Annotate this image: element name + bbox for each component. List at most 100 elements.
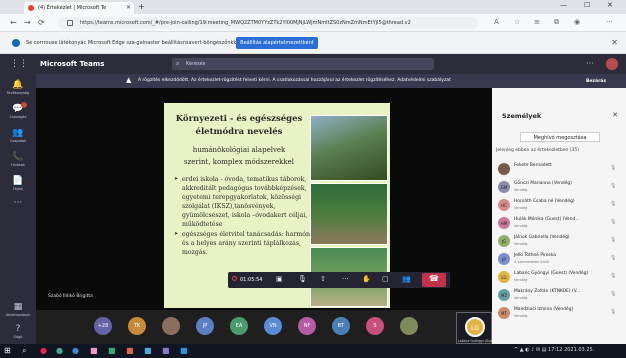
notification-badge <box>21 102 27 108</box>
participant-row[interactable]: HC Horváth Csaba né (Vendég) Vendég 🎙 <box>498 198 622 214</box>
raise-hand-icon[interactable]: ✋ <box>362 275 371 283</box>
participant-avatar[interactable]: JP <box>196 317 214 335</box>
call-timer-text: 01:05:54 <box>240 277 263 283</box>
share-screen-icon[interactable]: ⇧ <box>320 275 326 283</box>
participant-row[interactable]: GM Gönczi Marianna (Vendég) Vendég 🎙 <box>498 180 622 196</box>
user-avatar[interactable] <box>606 58 618 70</box>
close-tab-icon[interactable]: ✕ <box>126 4 131 11</box>
app-launcher-icon[interactable]: ⋮⋮ <box>10 59 28 69</box>
participant-avatar[interactable]: VN <box>264 317 282 335</box>
recording-icon <box>232 276 237 281</box>
participant-group-header[interactable]: Jelenleg ebben az értekezletben (35) <box>496 148 579 153</box>
new-tab-button[interactable]: + <box>138 2 145 11</box>
rail-files[interactable]: 📄 Fájlok <box>0 176 36 191</box>
mic-muted-icon: 🎙 <box>610 291 617 297</box>
menu-dots-icon[interactable]: ··· <box>606 18 613 26</box>
more-actions-icon[interactable]: ··· <box>342 275 349 283</box>
close-window-button[interactable]: ✕ <box>607 1 613 9</box>
participant-row[interactable]: HM Hulák Mónika (Guest) (Vend... Vendég 🎙 <box>498 216 622 232</box>
file-icon: 📄 <box>12 176 24 186</box>
participant-row[interactable]: MT Mandziuci Izmina (Vendég) Vendég 🎙 <box>498 306 622 322</box>
search-icon: ⌕ <box>176 60 180 67</box>
search-input[interactable]: ⌕ Keresés <box>172 58 434 70</box>
participant-avatar: MZ <box>498 289 510 301</box>
rail-apps[interactable]: ▦ Alkalmazások <box>0 302 36 317</box>
participant-role: A szervezeten kívül <box>514 260 550 264</box>
participant-avatar[interactable] <box>400 317 418 335</box>
profile-icon[interactable]: ◉ <box>574 18 580 26</box>
browser-tab[interactable]: (4) Értekezlet | Microsoft Te ✕ <box>24 2 134 14</box>
mic-off-icon[interactable]: 🎙 <box>298 275 307 283</box>
set-default-button[interactable]: Beállítás alapértelmezettként <box>236 37 318 49</box>
maximize-window-button[interactable]: ☐ <box>584 1 590 9</box>
app-icon-8[interactable]: ■ <box>162 346 170 355</box>
participant-role: Vendég <box>514 206 528 210</box>
participant-role: Vendég <box>514 278 528 282</box>
self-video-tile[interactable]: LG Labanc Gyöngyi (Guest) (V <box>456 312 501 344</box>
bell-icon: 🔔 <box>12 80 24 90</box>
app-icon-3[interactable]: ● <box>72 346 79 355</box>
clock-date: 2021.03.25. <box>564 347 595 353</box>
participant-avatar[interactable]: NF <box>298 317 316 335</box>
chat-toggle-icon[interactable]: ▢ <box>382 275 389 283</box>
address-field[interactable]: https://teams.microsoft.com/_#/pre-join-… <box>58 17 478 29</box>
participant-row[interactable]: JG Jálnok Gabriella (Vendég) Vendég 🎙 <box>498 234 622 250</box>
windows-taskbar: ⊞ ⌕ ● ● ● ■ ■ ■ ■ ■ ■ ^ ▲ ◐ ♪ ✉ ▤ 17:12 … <box>0 344 626 358</box>
rail-more[interactable]: ··· <box>0 198 36 208</box>
share-invite-button[interactable]: Meghívó megosztása <box>520 132 600 142</box>
close-panel-icon[interactable]: ✕ <box>612 111 618 119</box>
dismiss-banner-button[interactable]: Bezárás <box>576 77 616 86</box>
rail-activity[interactable]: 🔔 Tevékenység <box>0 80 36 95</box>
system-tray[interactable]: ^ ▲ ◐ ♪ ✉ ▤ 17:12 2021.03.25. <box>514 347 594 353</box>
mic-muted-icon: 🎙 <box>610 237 617 243</box>
teams-header: ⋮⋮ Microsoft Teams ⌕ Keresés ··· <box>0 54 626 74</box>
participant-avatar[interactable]: BT <box>332 317 350 335</box>
participants-icon[interactable]: 👥 <box>402 275 411 283</box>
translate-icon[interactable]: A <box>494 18 499 26</box>
mic-muted-icon: 🎙 <box>610 273 617 279</box>
participant-avatar[interactable]: +28 <box>94 317 112 335</box>
favorite-star-icon[interactable]: ☆ <box>514 18 520 26</box>
presenter-name: Szabó Ildikó Brigitta <box>48 294 93 299</box>
participant-row[interactable]: Fekete Bernadett 🎙 <box>498 162 622 178</box>
phone-icon: 📞 <box>12 152 24 162</box>
more-options-icon[interactable]: ··· <box>586 59 594 68</box>
app-icon-7[interactable]: ■ <box>144 346 152 355</box>
rail-help[interactable]: ? Súgó <box>0 324 36 339</box>
teams-icon: 👥 <box>12 128 24 138</box>
rail-teams[interactable]: 👥 Csapatok <box>0 128 36 143</box>
camera-off-icon[interactable]: ▣ <box>276 275 283 283</box>
minimize-window-button[interactable]: — <box>560 1 567 9</box>
app-icon-6[interactable]: ■ <box>126 346 134 355</box>
app-icon-2[interactable]: ● <box>56 346 63 355</box>
close-infobar-icon[interactable]: ✕ <box>611 38 618 47</box>
participant-row[interactable]: JP Jelki Tóthné Piroska A szervezeten kívü… <box>498 252 622 268</box>
rail-chat[interactable]: 💬 Csevegés <box>0 102 36 119</box>
address-bar-row: ← → ⟳ https://teams.microsoft.com/_#/pre… <box>0 14 626 32</box>
participant-role: Vendég <box>514 188 528 192</box>
participant-avatar: HC <box>498 199 510 211</box>
forward-button[interactable]: → <box>24 18 31 27</box>
participant-avatar[interactable]: S <box>366 317 384 335</box>
rail-calls[interactable]: 📞 Hívások <box>0 152 36 167</box>
back-button[interactable]: ← <box>10 18 17 27</box>
reload-button[interactable]: ⟳ <box>38 18 45 27</box>
app-icon-5[interactable]: ■ <box>108 346 116 355</box>
collections-icon[interactable]: ⧉ <box>554 18 559 27</box>
search-taskbar-icon[interactable]: ⌕ <box>22 346 26 356</box>
app-icon-9[interactable]: ■ <box>180 346 188 355</box>
participant-name: Labanc Gyöngyi (Guest) (Vendég) <box>514 271 589 276</box>
rail-label: Hívások <box>11 163 25 167</box>
start-button-icon[interactable]: ⊞ <box>4 346 11 355</box>
app-icon-1[interactable]: ● <box>40 346 47 355</box>
favorites-icon[interactable]: ≡ <box>534 18 540 26</box>
participant-row[interactable]: MZ Makrány Zoltán (KTNKOE) (V... Vendég 🎙 <box>498 288 622 304</box>
app-icon-4[interactable]: ■ <box>90 346 98 355</box>
participant-avatar[interactable] <box>162 317 180 335</box>
rail-label: Alkalmazások <box>6 313 30 317</box>
participant-role: Vendég <box>514 296 528 300</box>
participant-avatar[interactable]: EA <box>230 317 248 335</box>
participant-avatar[interactable]: TK <box>128 317 146 335</box>
leave-call-button[interactable]: ☎ <box>422 273 446 287</box>
participant-row[interactable]: LG Labanc Gyöngyi (Guest) (Vendég) Vendég 🎙 <box>498 270 622 286</box>
